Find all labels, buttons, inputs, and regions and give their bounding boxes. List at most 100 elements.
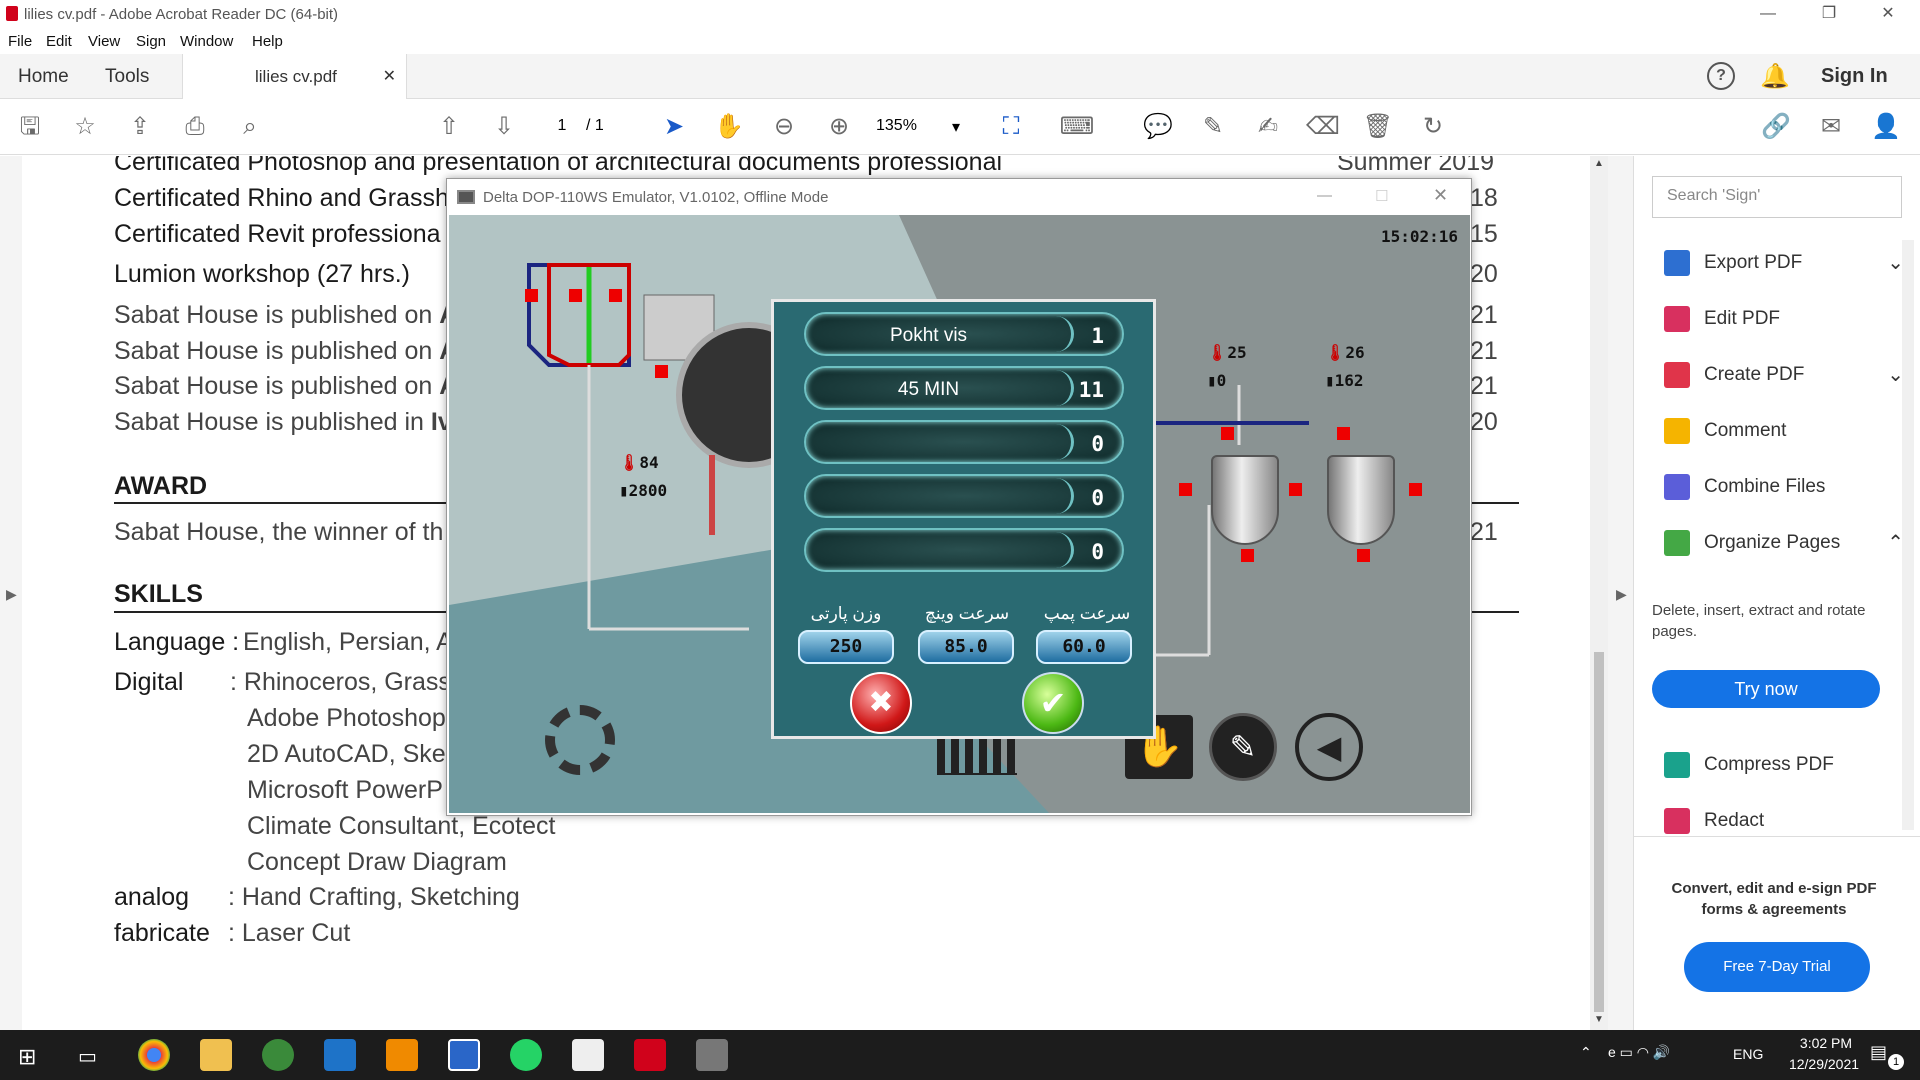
upload-cloud-icon[interactable]: ⇪ xyxy=(122,109,158,145)
menu-window[interactable]: Window xyxy=(180,33,233,50)
tool-redact[interactable]: Redact xyxy=(1664,806,1904,836)
chrome-icon[interactable] xyxy=(138,1039,170,1071)
sign-in-button[interactable]: Sign In xyxy=(1821,54,1888,99)
recipe-row[interactable]: 0 xyxy=(804,528,1124,572)
tools-scrollbar[interactable] xyxy=(1902,240,1914,830)
promo-text: Convert, edit and e-sign PDF forms & agr… xyxy=(1671,880,1877,918)
help-icon[interactable]: ? xyxy=(1707,62,1735,90)
clock-date[interactable]: 12/29/2021 xyxy=(1774,1056,1874,1072)
free-trial-button[interactable]: Free 7-Day Trial xyxy=(1684,942,1870,992)
close-button[interactable]: ✕ xyxy=(1865,0,1911,30)
menu-sign[interactable]: Sign xyxy=(136,33,166,50)
rotate-icon[interactable]: ↻ xyxy=(1415,109,1451,145)
comment-icon[interactable]: 💬 xyxy=(1140,109,1176,145)
tool-organize-pages[interactable]: Organize Pages ⌃ xyxy=(1664,528,1904,558)
cv-date: 21 xyxy=(1470,372,1498,400)
tool-comment[interactable]: Comment xyxy=(1664,416,1904,446)
expand-left-panel-icon[interactable]: ▶ xyxy=(6,586,17,603)
acrobat-taskbar-icon[interactable] xyxy=(634,1039,666,1071)
find-icon[interactable]: ⌕ xyxy=(232,109,268,145)
clock-time[interactable]: 3:02 PM xyxy=(1786,1035,1866,1051)
recipe-row[interactable]: 0 xyxy=(804,420,1124,464)
recipe-row[interactable]: 0 xyxy=(804,474,1124,518)
collapse-right-panel-icon[interactable]: ▶ xyxy=(1616,586,1627,603)
zoom-out-icon[interactable]: ⊖ xyxy=(766,109,802,145)
document-scrollbar[interactable]: ▲ ▼ xyxy=(1590,156,1608,1030)
sublime-icon[interactable] xyxy=(386,1039,418,1071)
prev-page-icon[interactable]: ⇧ xyxy=(431,109,467,145)
minimize-button[interactable]: — xyxy=(1745,0,1791,30)
tab-close-icon[interactable]: ✕ xyxy=(383,54,396,99)
tool-compress-pdf[interactable]: Compress PDF xyxy=(1664,750,1904,780)
zoom-in-icon[interactable]: ⊕ xyxy=(821,109,857,145)
highlight-pen-icon[interactable]: ✎ xyxy=(1195,109,1231,145)
scroll-down-icon[interactable]: ▼ xyxy=(1594,1014,1604,1025)
menu-file[interactable]: File xyxy=(8,33,32,50)
emulator-maximize-button[interactable]: ☐ xyxy=(1375,187,1388,205)
system-tray-icons[interactable]: e ▭ ◠ 🔊 xyxy=(1608,1044,1670,1061)
tool-export-pdf[interactable]: Export PDF ⌄ xyxy=(1664,248,1904,278)
bell-icon[interactable]: 🔔 xyxy=(1760,62,1790,91)
back-arrow-icon[interactable]: ◀ xyxy=(1295,713,1363,781)
select-cursor-icon[interactable]: ➤ xyxy=(656,109,692,145)
thermometer-icon: 🌡 xyxy=(1325,343,1346,362)
snipping-tool-icon[interactable] xyxy=(572,1039,604,1071)
try-now-button[interactable]: Try now xyxy=(1652,670,1880,708)
file-explorer-icon[interactable] xyxy=(200,1039,232,1071)
emulator-close-button[interactable]: ✕ xyxy=(1433,185,1448,206)
taskbar: ⊞ ▭ ⌃ e ▭ ◠ 🔊 ENG 3:02 PM 12/29/2021 ▤ 1 xyxy=(0,1030,1920,1080)
task-view-icon[interactable]: ▭ xyxy=(78,1044,97,1069)
tool-create-pdf[interactable]: Create PDF ⌄ xyxy=(1664,360,1904,390)
confirm-check-icon[interactable]: ✔ xyxy=(1022,672,1084,734)
pencil-icon[interactable]: ✎ xyxy=(1209,713,1277,781)
edit-pdf-icon xyxy=(1664,305,1690,332)
tab-home[interactable]: Home xyxy=(18,54,69,99)
tool-edit-pdf[interactable]: Edit PDF xyxy=(1664,304,1904,334)
zoom-select[interactable]: 135% ▾ xyxy=(876,117,960,136)
windows-start-icon[interactable]: ⊞ xyxy=(18,1044,36,1070)
email-icon[interactable]: ✉ xyxy=(1813,109,1849,145)
delete-icon[interactable]: 🗑 xyxy=(1360,109,1396,145)
chevron-up-icon[interactable]: ⌃ xyxy=(1580,1044,1592,1061)
hand-tool-icon[interactable]: ✋ xyxy=(711,109,747,145)
whatsapp-icon[interactable] xyxy=(510,1039,542,1071)
menu-view[interactable]: View xyxy=(88,33,120,50)
emulator-taskbar-icon[interactable] xyxy=(696,1039,728,1071)
menu-edit[interactable]: Edit xyxy=(46,33,72,50)
tool-combine-files[interactable]: Combine Files xyxy=(1664,472,1904,502)
award-text: Sabat House, the winner of th xyxy=(114,518,444,546)
emulator-minimize-button[interactable]: — xyxy=(1317,187,1332,204)
cancel-x-icon[interactable]: ✖ xyxy=(850,672,912,734)
bar-chart-icon[interactable] xyxy=(937,735,1017,775)
save-icon[interactable]: 🖫 xyxy=(12,109,48,145)
tab-tools[interactable]: Tools xyxy=(105,54,149,99)
add-user-icon[interactable]: 👤 xyxy=(1868,109,1904,145)
bookmark-star-icon[interactable]: ☆ xyxy=(67,109,103,145)
menu-help[interactable]: Help xyxy=(252,33,283,50)
settings-gear-icon[interactable] xyxy=(545,705,615,775)
search-input[interactable]: Search 'Sign' xyxy=(1652,176,1902,218)
sign-icon[interactable]: ✍ xyxy=(1250,109,1286,145)
app-icon[interactable] xyxy=(262,1039,294,1071)
scrollbar-thumb[interactable] xyxy=(1594,652,1604,1012)
language-indicator[interactable]: ENG xyxy=(1733,1046,1763,1062)
stamp-icon[interactable]: ⌫ xyxy=(1305,109,1341,145)
batch-weight-input[interactable]: 250 xyxy=(798,630,894,664)
notification-icon[interactable]: ▤ xyxy=(1870,1042,1887,1063)
share-link-icon[interactable]: 🔗 xyxy=(1758,109,1794,145)
restore-button[interactable]: ❐ xyxy=(1806,0,1852,30)
next-page-icon[interactable]: ⇩ xyxy=(486,109,522,145)
page-input[interactable]: 1 xyxy=(540,117,584,135)
skill-value: : Hand Crafting, Sketching xyxy=(228,883,520,911)
app-icon[interactable] xyxy=(448,1039,480,1071)
tab-document[interactable]: lilies cv.pdf ✕ xyxy=(182,54,407,100)
fit-page-icon[interactable]: ⛶ xyxy=(993,109,1029,145)
scroll-mode-icon[interactable]: ⌨ xyxy=(1059,109,1095,145)
print-icon[interactable]: ⎙ xyxy=(177,109,213,145)
winch-speed-input[interactable]: 85.0 xyxy=(918,630,1014,664)
calculator-icon[interactable] xyxy=(324,1039,356,1071)
recipe-row[interactable]: 45 MIN 11 xyxy=(804,366,1124,410)
scroll-up-icon[interactable]: ▲ xyxy=(1594,158,1604,169)
pump-speed-input[interactable]: 60.0 xyxy=(1036,630,1132,664)
recipe-row[interactable]: Pokht vis 1 xyxy=(804,312,1124,356)
